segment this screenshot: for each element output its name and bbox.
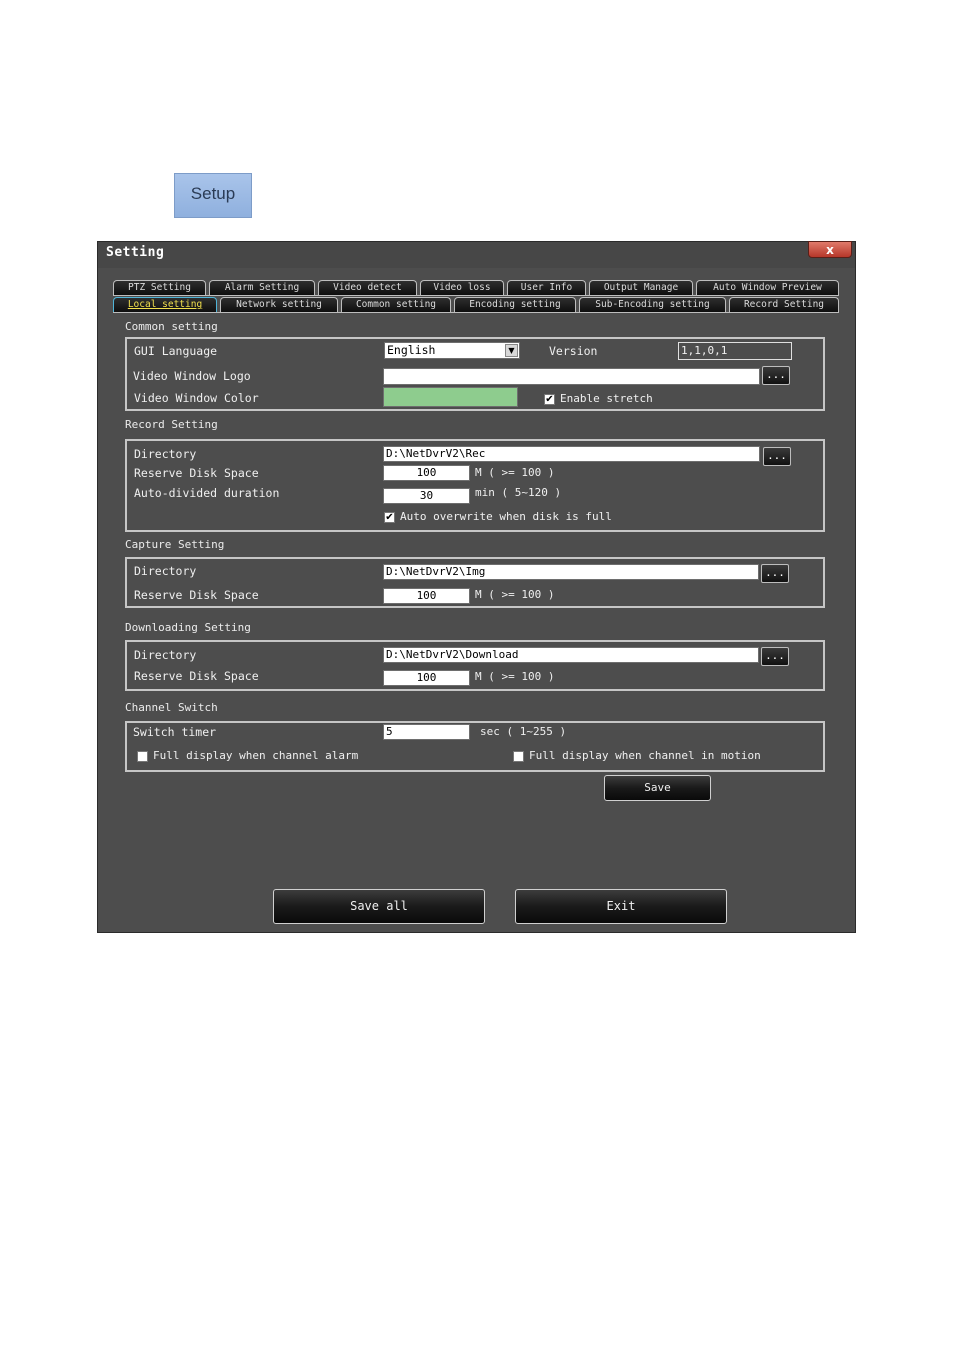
close-button[interactable]: x [808, 241, 852, 258]
tab-local-setting[interactable]: Local setting [113, 297, 217, 312]
capture-directory-label: Directory [134, 564, 197, 578]
tab-row-divider [113, 295, 839, 296]
download-directory-label: Directory [134, 648, 197, 662]
switch-timer-input[interactable]: 5 [383, 724, 470, 740]
record-setting-title: Record Setting [125, 418, 218, 431]
full-display-alarm-checkbox[interactable] [137, 751, 148, 762]
tab-common-setting[interactable]: Common setting [341, 297, 451, 312]
switch-timer-label: Switch timer [133, 725, 217, 739]
tab-sub-encoding-setting[interactable]: Sub-Encoding setting [579, 297, 726, 312]
version-label: Version [549, 344, 598, 358]
video-window-logo-input[interactable] [383, 368, 760, 385]
capture-setting-title: Capture Setting [125, 538, 225, 551]
downloading-setting-title: Downloading Setting [125, 621, 251, 634]
capture-reserve-disk-label: Reserve Disk Space [134, 588, 259, 602]
channel-switch-group [125, 721, 825, 772]
download-reserve-disk-input[interactable]: 100 [383, 670, 470, 686]
window-title: Setting [106, 245, 165, 260]
tab-user-info[interactable]: User Info [507, 280, 586, 295]
tab-video-detect[interactable]: Video detect [318, 280, 417, 295]
record-directory-input[interactable]: D:\NetDvrV2\Rec [383, 446, 760, 462]
record-reserve-disk-input[interactable]: 100 [383, 465, 470, 481]
gui-language-select[interactable]: English ▼ [384, 342, 520, 359]
download-browse-button[interactable]: ... [761, 647, 789, 666]
record-reserve-disk-hint: M ( >= 100 ) [475, 466, 555, 479]
auto-overwrite-label: Auto overwrite when disk is full [400, 510, 612, 523]
setup-button[interactable]: Setup [174, 173, 252, 218]
version-field: 1,1,0,1 [678, 342, 792, 360]
download-reserve-disk-label: Reserve Disk Space [134, 669, 259, 683]
save-all-button[interactable]: Save all [273, 889, 485, 924]
video-window-color-swatch[interactable] [383, 387, 518, 407]
save-button[interactable]: Save [604, 775, 711, 801]
auto-overwrite-checkbox[interactable]: ✔ [384, 512, 395, 523]
channel-switch-title: Channel Switch [125, 701, 218, 714]
tab-alarm-setting[interactable]: Alarm Setting [209, 280, 315, 295]
video-window-logo-label: Video Window Logo [133, 369, 251, 383]
video-window-color-label: Video Window Color [134, 391, 259, 405]
tab-auto-window-preview[interactable]: Auto Window Preview [696, 280, 839, 295]
common-setting-title: Common setting [125, 320, 218, 333]
setting-window: Setting x PTZ Setting Alarm Setting Vide… [97, 241, 856, 933]
auto-divided-duration-label: Auto-divided duration [134, 486, 280, 500]
record-reserve-disk-label: Reserve Disk Space [134, 466, 259, 480]
capture-reserve-disk-hint: M ( >= 100 ) [475, 588, 555, 601]
gui-language-value: English [387, 343, 436, 357]
record-directory-label: Directory [134, 447, 197, 461]
download-reserve-disk-hint: M ( >= 100 ) [475, 670, 555, 683]
title-bar [98, 242, 855, 268]
capture-reserve-disk-input[interactable]: 100 [383, 588, 470, 604]
enable-stretch-checkbox[interactable]: ✔ [544, 394, 555, 405]
auto-divided-duration-input[interactable]: 30 [383, 488, 470, 504]
full-display-motion-checkbox[interactable] [513, 751, 524, 762]
logo-browse-button[interactable]: ... [762, 366, 790, 385]
auto-divided-duration-hint: min ( 5~120 ) [475, 486, 562, 499]
tab-row-divider [113, 312, 839, 313]
full-display-motion-label: Full display when channel in motion [529, 749, 761, 762]
full-display-alarm-label: Full display when channel alarm [153, 749, 359, 762]
tab-video-loss[interactable]: Video loss [420, 280, 504, 295]
download-directory-input[interactable]: D:\NetDvrV2\Download [383, 647, 759, 663]
enable-stretch-label: Enable stretch [560, 392, 653, 405]
gui-language-label: GUI Language [134, 344, 218, 358]
capture-browse-button[interactable]: ... [761, 564, 789, 583]
capture-directory-input[interactable]: D:\NetDvrV2\Img [383, 564, 759, 580]
tab-network-setting[interactable]: Network setting [220, 297, 338, 312]
exit-button[interactable]: Exit [515, 889, 727, 924]
tab-encoding-setting[interactable]: Encoding setting [454, 297, 576, 312]
tab-ptz-setting[interactable]: PTZ Setting [113, 280, 206, 295]
switch-timer-hint: sec ( 1~255 ) [480, 725, 567, 738]
chevron-down-icon[interactable]: ▼ [505, 344, 518, 357]
record-browse-button[interactable]: ... [763, 447, 791, 466]
tab-record-setting[interactable]: Record Setting [729, 297, 839, 312]
tab-output-manage[interactable]: Output Manage [589, 280, 693, 295]
